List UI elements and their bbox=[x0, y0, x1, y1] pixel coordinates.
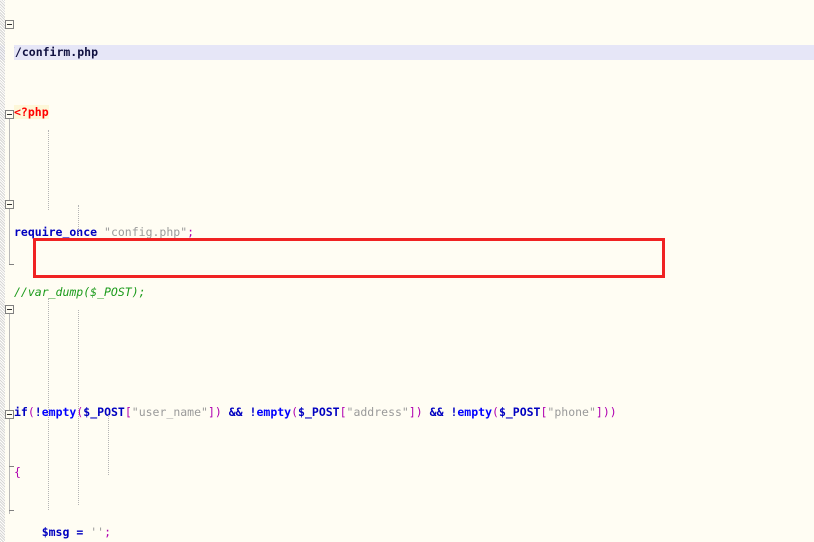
indent-guide bbox=[78, 310, 80, 505]
code-line[interactable]: { bbox=[0, 465, 814, 480]
fold-guide-line bbox=[9, 419, 10, 466]
code-line-text: <?php bbox=[14, 105, 49, 119]
indent-guide bbox=[108, 415, 110, 475]
fold-guide-line bbox=[9, 209, 10, 264]
indent-guide bbox=[78, 205, 80, 235]
indent-guide bbox=[48, 130, 50, 210]
code-line-text: //var_dump($_POST); bbox=[14, 285, 146, 299]
fold-end-line bbox=[9, 510, 14, 511]
code-line-text: //confirm.php bbox=[8, 45, 99, 59]
fold-marker-if-block[interactable] bbox=[5, 110, 14, 119]
code-line[interactable]: <?php bbox=[0, 105, 814, 120]
code-editor-window: //confirm.php <?php require_once "config… bbox=[0, 0, 814, 542]
indent-guide bbox=[48, 298, 50, 510]
code-line-blank[interactable] bbox=[0, 345, 814, 360]
fold-marker-preg-if[interactable] bbox=[5, 200, 14, 209]
code-content[interactable]: //confirm.php <?php require_once "config… bbox=[0, 0, 814, 542]
fold-marker-re-if[interactable] bbox=[5, 410, 14, 419]
fold-end-line bbox=[9, 466, 14, 467]
fold-end-line bbox=[9, 264, 14, 265]
code-line[interactable]: $msg = ''; bbox=[0, 525, 814, 540]
code-line[interactable]: //confirm.php bbox=[0, 45, 814, 60]
code-line[interactable]: require_once "config.php"; bbox=[0, 225, 814, 240]
fold-marker-php-open[interactable] bbox=[5, 20, 14, 29]
code-line[interactable]: //var_dump($_POST); bbox=[0, 285, 814, 300]
fold-marker-num-rows-if[interactable] bbox=[5, 305, 14, 314]
code-line-blank[interactable] bbox=[0, 165, 814, 180]
code-line[interactable]: if(!empty($_POST["user_name"]) && !empty… bbox=[0, 405, 814, 420]
